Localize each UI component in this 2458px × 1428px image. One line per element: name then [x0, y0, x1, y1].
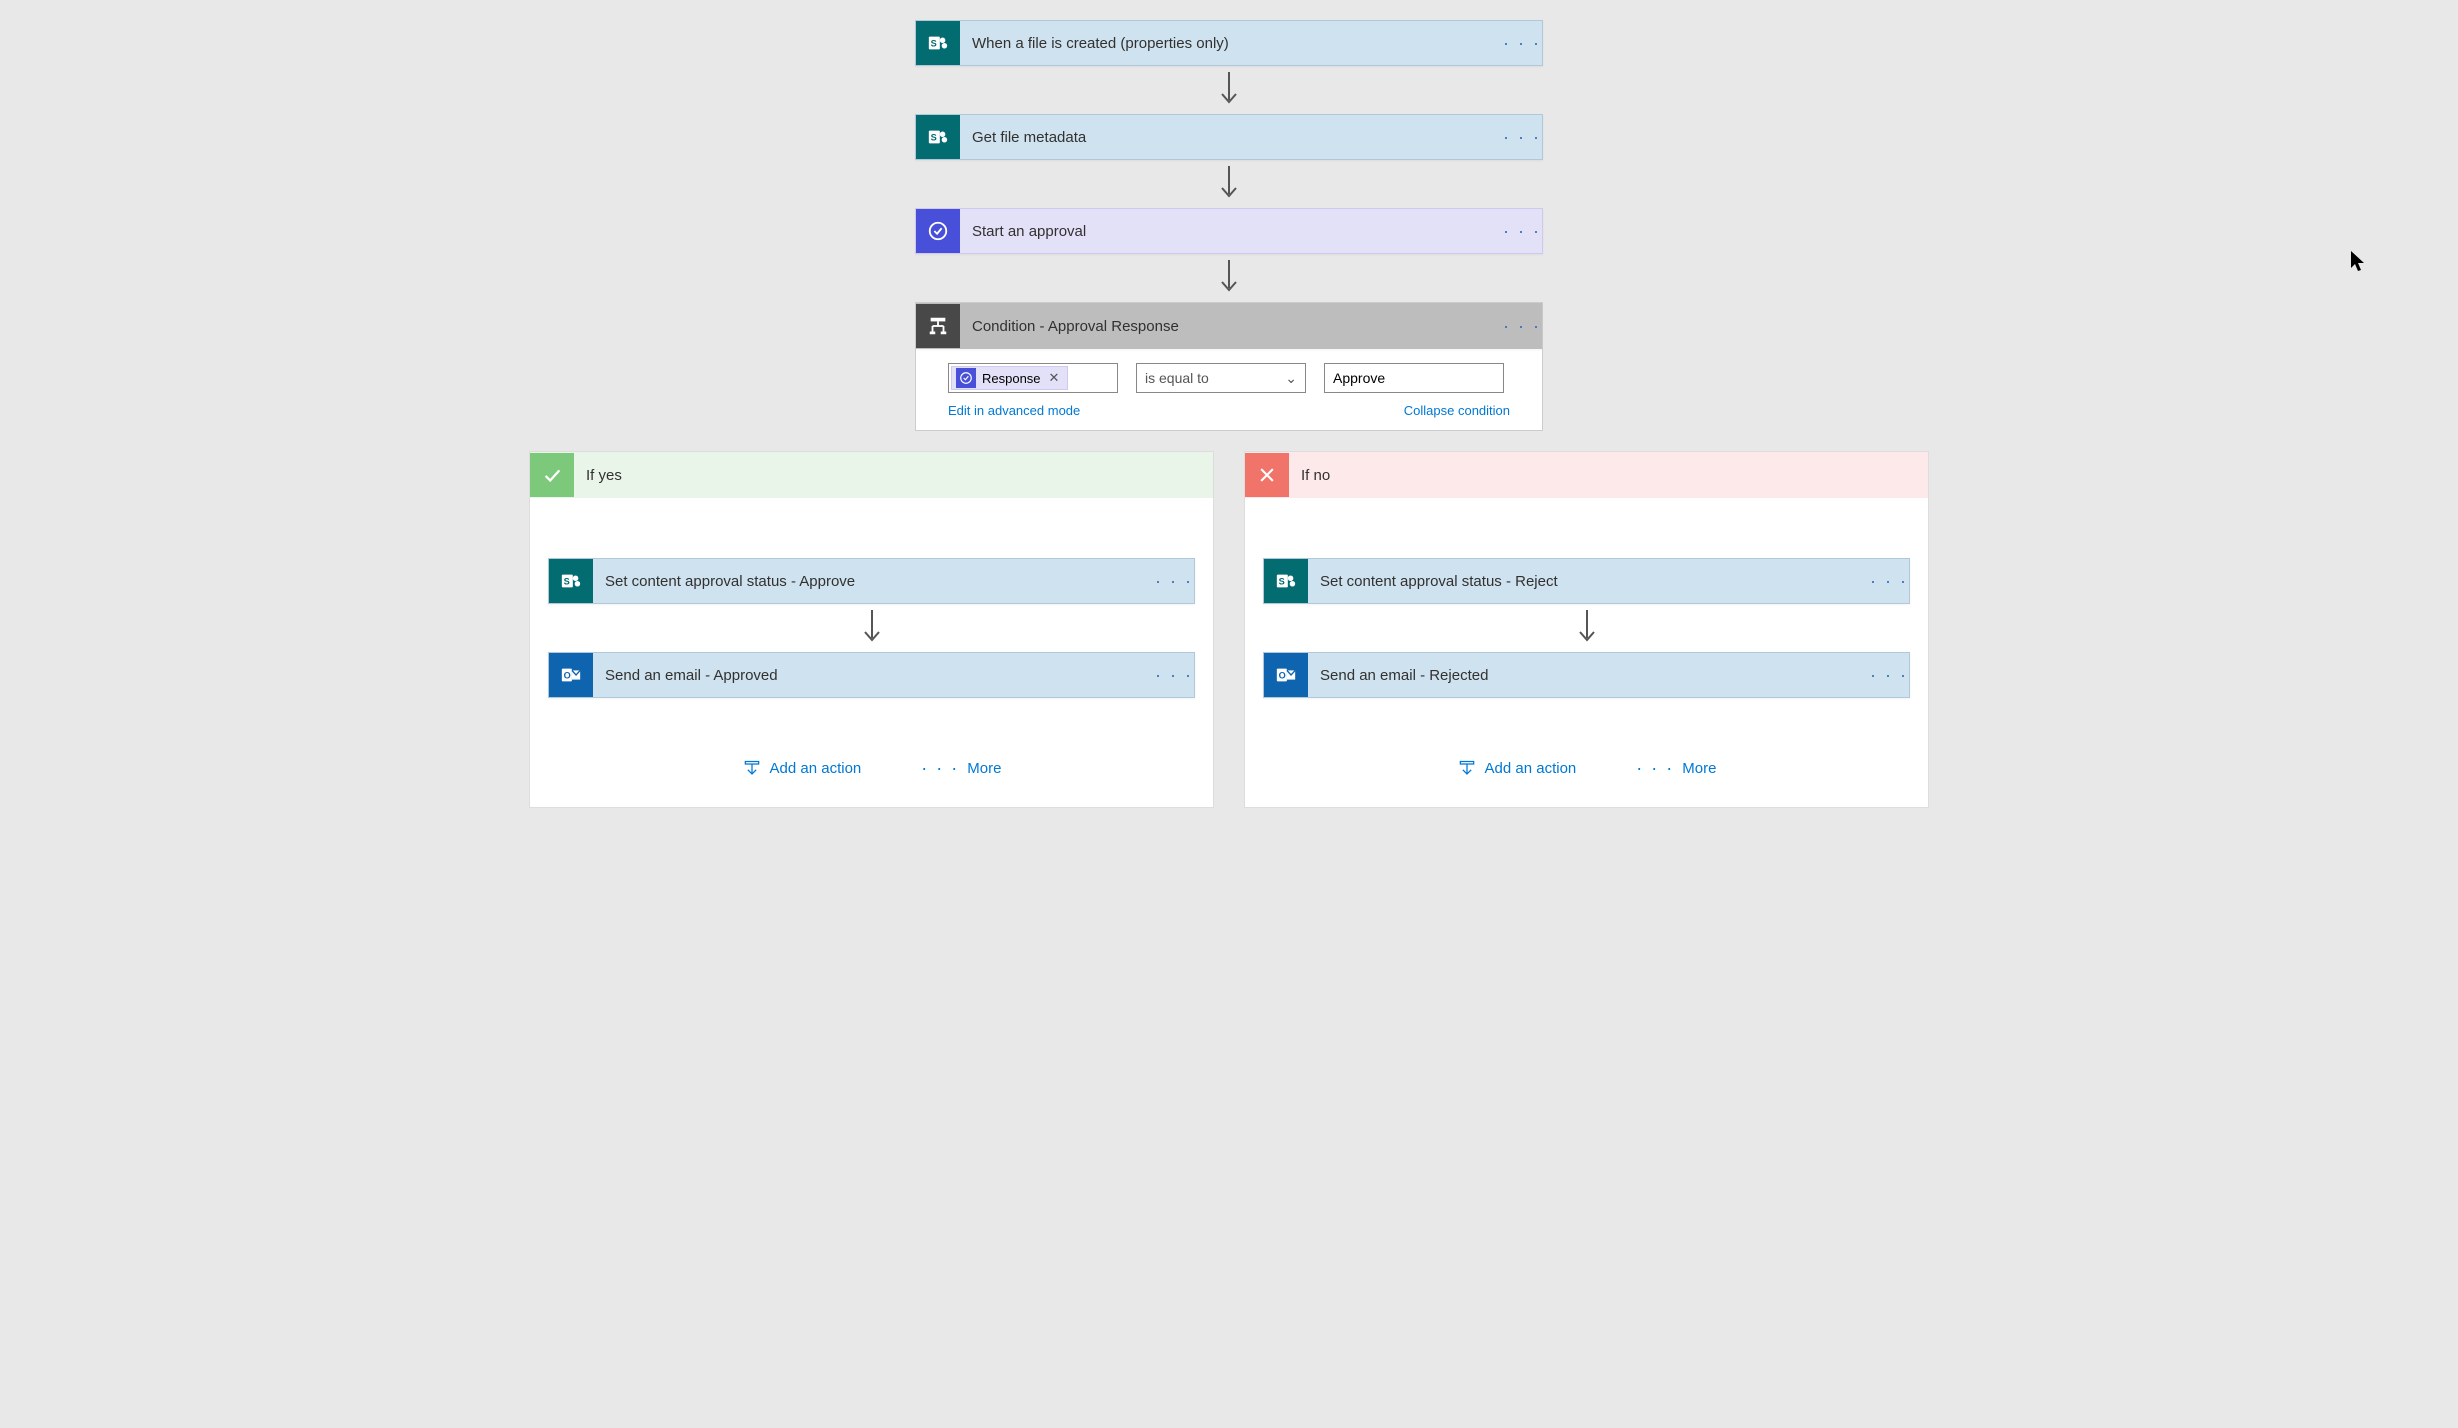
more-button[interactable]: · · · More	[921, 758, 1001, 779]
outlook-icon: O	[549, 653, 593, 697]
branch-no-header[interactable]: If no	[1245, 452, 1928, 498]
step-trigger[interactable]: S When a file is created (properties onl…	[915, 20, 1543, 66]
step-email-approved[interactable]: O Send an email - Approved · · ·	[548, 652, 1195, 698]
flow-arrow-icon	[1218, 66, 1240, 114]
sharepoint-icon: S	[1264, 559, 1308, 603]
more-label: More	[1682, 760, 1716, 777]
step-get-metadata-title: Get file metadata	[960, 129, 1502, 146]
condition-operator-value: is equal to	[1145, 370, 1209, 386]
sharepoint-icon: S	[916, 21, 960, 65]
flow-arrow-icon	[861, 604, 883, 652]
sharepoint-icon: S	[916, 115, 960, 159]
branch-no-title: If no	[1301, 467, 1330, 484]
flow-arrow-icon	[1576, 604, 1598, 652]
step-menu-icon[interactable]: · · ·	[1869, 571, 1909, 592]
dynamic-token-response[interactable]: Response ✕	[951, 366, 1068, 390]
condition-value-input[interactable]: Approve	[1324, 363, 1504, 393]
add-action-icon	[742, 759, 762, 779]
add-action-label: Add an action	[1485, 760, 1577, 777]
step-menu-icon[interactable]: · · ·	[1502, 127, 1542, 148]
step-menu-icon[interactable]: · · ·	[1502, 33, 1542, 54]
dots-icon: · · ·	[921, 758, 959, 779]
flow-arrow-icon	[1218, 160, 1240, 208]
step-menu-icon[interactable]: · · ·	[1154, 665, 1194, 686]
svg-text:S: S	[1279, 577, 1285, 587]
condition-left-operand[interactable]: Response ✕	[948, 363, 1118, 393]
svg-text:O: O	[564, 671, 571, 681]
step-get-metadata[interactable]: S Get file metadata · · ·	[915, 114, 1543, 160]
check-icon	[530, 453, 574, 497]
approval-icon	[956, 368, 976, 388]
dots-icon: · · ·	[1636, 758, 1674, 779]
step-trigger-title: When a file is created (properties only)	[960, 35, 1502, 52]
condition-icon	[916, 304, 960, 348]
mouse-cursor-icon	[2350, 250, 2368, 280]
step-menu-icon[interactable]: · · ·	[1502, 316, 1542, 337]
add-action-button[interactable]: Add an action	[742, 759, 862, 779]
step-start-approval-title: Start an approval	[960, 223, 1502, 240]
more-label: More	[967, 760, 1001, 777]
more-button[interactable]: · · · More	[1636, 758, 1716, 779]
collapse-condition-link[interactable]: Collapse condition	[1404, 403, 1510, 418]
svg-text:O: O	[1279, 671, 1286, 681]
step-set-approve[interactable]: S Set content approval status - Approve …	[548, 558, 1195, 604]
edit-advanced-link[interactable]: Edit in advanced mode	[948, 403, 1080, 418]
step-menu-icon[interactable]: · · ·	[1502, 221, 1542, 242]
condition-operator-select[interactable]: is equal to ⌄	[1136, 363, 1306, 393]
svg-text:S: S	[931, 39, 937, 49]
branch-if-no: If no S Set content approval status - Re…	[1244, 451, 1929, 808]
step-menu-icon[interactable]: · · ·	[1154, 571, 1194, 592]
sharepoint-icon: S	[549, 559, 593, 603]
chevron-down-icon: ⌄	[1285, 370, 1297, 387]
dynamic-token-label: Response	[982, 371, 1041, 386]
add-action-button[interactable]: Add an action	[1457, 759, 1577, 779]
step-set-approve-title: Set content approval status - Approve	[593, 573, 1154, 590]
flow-arrow-icon	[1218, 254, 1240, 302]
branch-if-yes: If yes S Set content approval status - A…	[529, 451, 1214, 808]
x-icon	[1245, 453, 1289, 497]
remove-token-icon[interactable]: ✕	[1049, 370, 1060, 386]
step-menu-icon[interactable]: · · ·	[1869, 665, 1909, 686]
approval-icon	[916, 209, 960, 253]
add-action-label: Add an action	[770, 760, 862, 777]
step-condition[interactable]: Condition - Approval Response · · ·	[916, 303, 1542, 349]
step-start-approval[interactable]: Start an approval · · ·	[915, 208, 1543, 254]
step-set-reject[interactable]: S Set content approval status - Reject ·…	[1263, 558, 1910, 604]
step-email-rejected[interactable]: O Send an email - Rejected · · ·	[1263, 652, 1910, 698]
branch-yes-header[interactable]: If yes	[530, 452, 1213, 498]
step-email-rejected-title: Send an email - Rejected	[1308, 667, 1869, 684]
step-condition-title: Condition - Approval Response	[960, 318, 1502, 335]
branch-yes-title: If yes	[586, 467, 622, 484]
step-set-reject-title: Set content approval status - Reject	[1308, 573, 1869, 590]
condition-block: Condition - Approval Response · · · Resp…	[915, 302, 1543, 431]
svg-text:S: S	[931, 133, 937, 143]
outlook-icon: O	[1264, 653, 1308, 697]
step-email-approved-title: Send an email - Approved	[593, 667, 1154, 684]
svg-text:S: S	[564, 577, 570, 587]
condition-value-text: Approve	[1333, 370, 1385, 386]
add-action-icon	[1457, 759, 1477, 779]
